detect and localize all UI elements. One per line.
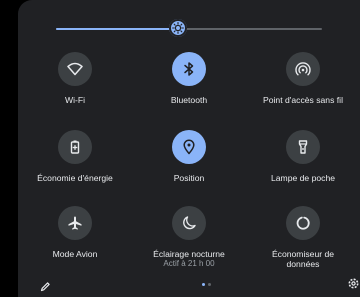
tile-bluetooth-button[interactable] [172,52,206,86]
quick-settings-panel: Wi-Fi Bluetooth Point d'accès sans fil É… [18,0,360,297]
brightness-slider[interactable] [56,19,322,37]
tile-label-line2: données [286,259,320,269]
tile-label: Wi-Fi [64,95,86,105]
page-dot [208,283,211,286]
tile-wifi-button[interactable] [58,52,92,86]
tile-flashlight-button[interactable] [286,130,320,164]
tile-label: Lampe de poche [270,173,336,183]
tile-bluetooth[interactable]: Bluetooth [132,52,246,105]
tile-label: Position [173,173,205,183]
settings-gear-icon[interactable] [347,277,360,295]
tile-hotspot-button[interactable] [286,52,320,86]
tile-data-saver-button[interactable] [286,206,320,240]
brightness-icon [172,22,185,34]
tile-hotspot[interactable]: Point d'accès sans fil [246,52,360,105]
hotspot-icon [295,62,311,76]
tile-label: Éclairage nocturne [153,249,225,259]
tile-battery-saver[interactable]: Économie d'énergie [18,130,132,183]
page-dot [202,283,205,286]
tile-battery-saver-button[interactable] [58,130,92,164]
tile-night-light-button[interactable] [172,206,206,240]
tile-label: Économiseur de [271,249,335,259]
location-icon [183,139,195,155]
tile-label: Mode Avion [52,249,98,259]
tile-data-saver[interactable]: Économiseur de données [246,206,360,269]
brightness-thumb[interactable] [169,19,188,37]
tile-location[interactable]: Position [132,130,246,183]
bluetooth-icon [184,62,194,76]
flashlight-icon [298,140,308,154]
edit-icon[interactable] [40,279,51,297]
tile-label: Économie d'énergie [37,173,113,183]
tile-location-button[interactable] [172,130,206,164]
wifi-icon [67,62,83,76]
night-light-icon [183,216,196,230]
tile-label: Bluetooth [170,95,208,105]
battery-saver-icon [70,140,80,154]
quick-settings-footer [18,270,360,297]
tile-sublabel: Actif à 21 h 00 [163,259,215,268]
tile-airplane-mode[interactable]: Mode Avion [18,206,132,259]
tile-wifi[interactable]: Wi-Fi [18,52,132,105]
tile-flashlight[interactable]: Lampe de poche [246,130,360,183]
page-indicator[interactable] [202,283,211,286]
tile-night-light[interactable]: Éclairage nocturne Actif à 21 h 00 [132,206,246,269]
airplane-icon [68,216,82,230]
tile-label: Point d'accès sans fil [263,95,343,105]
tile-airplane-mode-button[interactable] [58,206,92,240]
brightness-fill [56,28,179,30]
data-saver-icon [296,216,310,230]
